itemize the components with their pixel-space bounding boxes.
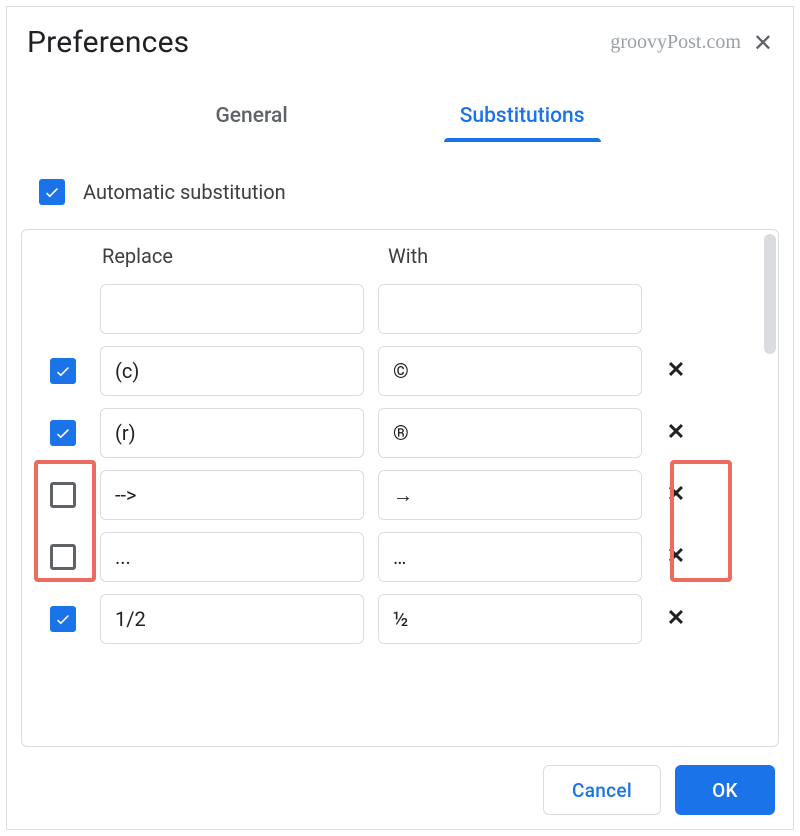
delete-row-icon[interactable]: ✕: [667, 546, 685, 568]
table-row: ✕: [40, 526, 756, 588]
substitutions-table: Replace With ✕: [21, 229, 779, 747]
with-input[interactable]: [378, 594, 642, 644]
replace-input[interactable]: [100, 284, 364, 334]
cancel-button[interactable]: Cancel: [543, 765, 661, 815]
table-row: ✕: [40, 464, 756, 526]
col-header-replace: Replace: [102, 244, 372, 268]
auto-substitution-checkbox[interactable]: [39, 179, 65, 205]
table-row: ✕: [40, 402, 756, 464]
table-row: ✕: [40, 588, 756, 650]
with-input[interactable]: [378, 532, 642, 582]
replace-input[interactable]: [100, 532, 364, 582]
tab-general[interactable]: General: [210, 94, 294, 140]
scrollbar-thumb[interactable]: [764, 234, 776, 354]
preferences-dialog: Preferences groovyPost.com ✕ General Sub…: [6, 6, 794, 830]
delete-row-icon[interactable]: ✕: [667, 608, 685, 630]
check-icon: [54, 424, 72, 442]
dialog-title: Preferences: [27, 25, 189, 60]
replace-input[interactable]: [100, 594, 364, 644]
col-header-with: With: [388, 244, 658, 268]
row-checkbox[interactable]: [50, 482, 76, 508]
row-checkbox[interactable]: [50, 358, 76, 384]
with-input[interactable]: [378, 346, 642, 396]
tab-substitutions[interactable]: Substitutions: [454, 94, 591, 140]
table-rows: ✕ ✕ ✕: [40, 278, 756, 650]
header-right: groovyPost.com ✕: [610, 31, 773, 55]
dialog-footer: Cancel OK: [21, 765, 779, 815]
auto-substitution-label: Automatic substitution: [83, 180, 286, 204]
table-row: ✕: [40, 340, 756, 402]
check-icon: [54, 362, 72, 380]
ok-button[interactable]: OK: [675, 765, 775, 815]
delete-row-icon[interactable]: ✕: [667, 360, 685, 382]
delete-row-icon[interactable]: ✕: [667, 422, 685, 444]
replace-input[interactable]: [100, 408, 364, 458]
with-input[interactable]: [378, 470, 642, 520]
replace-input[interactable]: [100, 470, 364, 520]
delete-row-icon[interactable]: ✕: [667, 484, 685, 506]
table-row: [40, 278, 756, 340]
replace-input[interactable]: [100, 346, 364, 396]
watermark-text: groovyPost.com: [610, 31, 741, 54]
check-icon: [54, 610, 72, 628]
row-checkbox[interactable]: [50, 606, 76, 632]
close-icon[interactable]: ✕: [753, 31, 773, 55]
with-input[interactable]: [378, 408, 642, 458]
check-icon: [43, 183, 61, 201]
row-checkbox[interactable]: [50, 544, 76, 570]
table-header-row: Replace With: [40, 244, 756, 268]
auto-substitution-row: Automatic substitution: [21, 179, 779, 205]
row-checkbox[interactable]: [50, 420, 76, 446]
tabs-bar: General Substitutions: [21, 94, 779, 141]
with-input[interactable]: [378, 284, 642, 334]
dialog-header: Preferences groovyPost.com ✕: [21, 25, 779, 70]
